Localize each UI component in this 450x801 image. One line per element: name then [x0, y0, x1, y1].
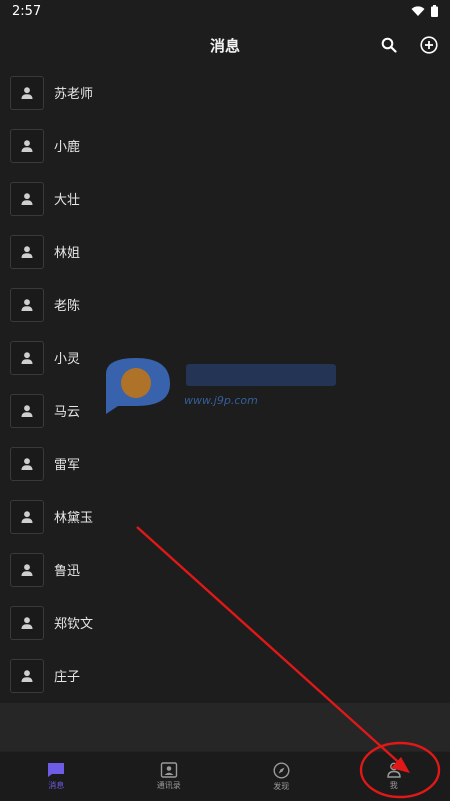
avatar: [10, 500, 44, 534]
contact-row[interactable]: 小灵: [0, 331, 450, 384]
footer-spacer: [0, 703, 450, 751]
contact-name: 老陈: [54, 295, 80, 314]
tab-discover[interactable]: 发现: [225, 752, 338, 801]
contact-name: 小灵: [54, 348, 80, 367]
person-icon: [20, 192, 34, 206]
avatar: [10, 288, 44, 322]
person-icon: [20, 563, 34, 577]
avatar: [10, 341, 44, 375]
avatar: [10, 447, 44, 481]
status-icons: [411, 5, 438, 17]
tab-contacts-label: 通讯录: [157, 780, 181, 791]
tab-messages-label: 消息: [48, 780, 64, 791]
contact-row[interactable]: 苏老师: [0, 66, 450, 119]
contact-row[interactable]: 林黛玉: [0, 490, 450, 543]
person-icon: [20, 404, 34, 418]
contacts-icon: [160, 762, 178, 778]
avatar: [10, 182, 44, 216]
battery-icon: [431, 5, 438, 17]
person-icon: [20, 245, 34, 259]
tab-contacts[interactable]: 通讯录: [113, 752, 226, 801]
avatar: [10, 659, 44, 693]
page-title: 消息: [210, 35, 240, 56]
contact-list: 苏老师 小鹿 大壮 林姐: [0, 66, 450, 702]
contact-row[interactable]: 大壮: [0, 172, 450, 225]
person-icon: [20, 669, 34, 683]
contact-name: 大壮: [54, 189, 80, 208]
add-button[interactable]: [418, 34, 440, 56]
contact-row[interactable]: 小鹿: [0, 119, 450, 172]
compass-icon: [273, 762, 290, 779]
avatar: [10, 76, 44, 110]
contact-row[interactable]: 郑钦文: [0, 596, 450, 649]
contact-name: 林黛玉: [54, 507, 93, 526]
person-icon: [20, 616, 34, 630]
status-bar: 2:57: [0, 0, 450, 22]
contact-row[interactable]: 林姐: [0, 225, 450, 278]
contact-name: 林姐: [54, 242, 80, 261]
avatar: [10, 235, 44, 269]
contact-name: 苏老师: [54, 83, 93, 102]
person-icon: [20, 510, 34, 524]
avatar: [10, 394, 44, 428]
contact-name: 庄子: [54, 666, 80, 685]
contact-name: 鲁迅: [54, 560, 80, 579]
person-icon: [20, 86, 34, 100]
contact-row[interactable]: 雷军: [0, 437, 450, 490]
contact-name: 马云: [54, 401, 80, 420]
contact-row[interactable]: 马云: [0, 384, 450, 437]
tab-discover-label: 发现: [273, 781, 289, 792]
app-bar: 消息: [0, 22, 450, 68]
tab-messages[interactable]: 消息: [0, 752, 113, 801]
contact-name: 雷军: [54, 454, 80, 473]
avatar: [10, 129, 44, 163]
app-actions: [378, 22, 440, 68]
bottom-nav: 消息 通讯录 发现 我: [0, 751, 450, 801]
person-icon: [20, 351, 34, 365]
avatar: [10, 606, 44, 640]
status-time: 2:57: [12, 4, 41, 19]
contact-name: 小鹿: [54, 136, 80, 155]
contact-row[interactable]: 老陈: [0, 278, 450, 331]
contact-name: 郑钦文: [54, 613, 93, 632]
search-icon: [381, 37, 397, 53]
wifi-icon: [411, 6, 425, 17]
chat-icon: [47, 762, 65, 778]
add-circle-icon: [420, 36, 438, 54]
contact-row[interactable]: 庄子: [0, 649, 450, 702]
person-icon: [20, 139, 34, 153]
person-icon: [386, 762, 402, 778]
avatar: [10, 553, 44, 587]
tab-me-label: 我: [390, 780, 398, 791]
contact-row[interactable]: 鲁迅: [0, 543, 450, 596]
search-button[interactable]: [378, 34, 400, 56]
tab-me[interactable]: 我: [338, 752, 450, 801]
person-icon: [20, 298, 34, 312]
person-icon: [20, 457, 34, 471]
